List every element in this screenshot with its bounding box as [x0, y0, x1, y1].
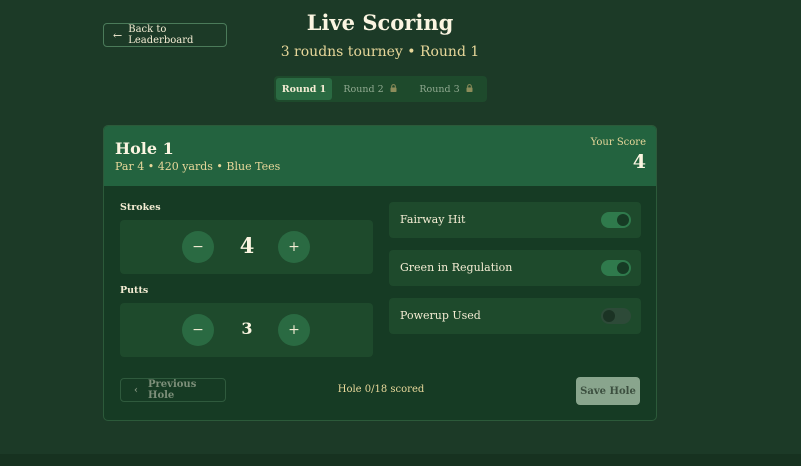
fairway-hit-label: Fairway Hit	[400, 213, 466, 226]
tab-round-1[interactable]: Round 1	[276, 78, 332, 100]
powerup-used-label: Powerup Used	[400, 309, 481, 322]
lock-icon	[390, 84, 397, 94]
bottom-bar	[0, 454, 801, 466]
powerup-used-toggle[interactable]	[601, 308, 631, 324]
hole-title: Hole 1	[115, 139, 174, 158]
putts-decrement-button[interactable]: −	[182, 314, 214, 346]
tab-label: Round 3	[419, 83, 460, 95]
page-subtitle: 3 roudns tourney • Round 1	[280, 44, 480, 60]
toggle-knob	[617, 262, 629, 274]
putts-increment-button[interactable]: +	[278, 314, 310, 346]
strokes-label: Strokes	[120, 202, 161, 213]
strokes-increment-button[interactable]: +	[278, 231, 310, 263]
powerup-used-row: Powerup Used	[389, 298, 641, 334]
tab-label: Round 1	[281, 83, 327, 95]
tab-label: Round 2	[343, 83, 384, 95]
putts-value: 3	[241, 319, 253, 338]
hole-info: Par 4 • 420 yards • Blue Tees	[115, 160, 281, 173]
hole-scoring-card: Hole 1 Par 4 • 420 yards • Blue Tees You…	[103, 125, 657, 421]
fairway-hit-row: Fairway Hit	[389, 202, 641, 238]
tab-round-2[interactable]: Round 2	[332, 78, 408, 100]
green-in-regulation-row: Green in Regulation	[389, 250, 641, 286]
putts-label: Putts	[120, 285, 149, 296]
strokes-stepper: − 4 +	[120, 220, 373, 274]
toggle-knob	[617, 214, 629, 226]
lock-icon	[466, 84, 473, 94]
hole-header: Hole 1 Par 4 • 420 yards • Blue Tees You…	[104, 126, 656, 186]
fairway-hit-toggle[interactable]	[601, 212, 631, 228]
round-tabs: Round 1 Round 2 Round 3	[274, 76, 487, 102]
tab-round-3[interactable]: Round 3	[408, 78, 484, 100]
holes-scored-status: Hole 0/18 scored	[337, 384, 425, 395]
save-hole-button[interactable]: Save Hole	[576, 377, 640, 405]
strokes-value: 4	[239, 233, 255, 258]
putts-stepper: − 3 +	[120, 303, 373, 357]
your-score-label: Your Score	[590, 137, 646, 148]
your-score-value: 4	[632, 151, 646, 173]
green-in-regulation-toggle[interactable]	[601, 260, 631, 276]
toggle-knob	[603, 310, 615, 322]
page-title: Live Scoring	[306, 10, 454, 35]
strokes-decrement-button[interactable]: −	[182, 231, 214, 263]
green-in-regulation-label: Green in Regulation	[400, 261, 513, 274]
